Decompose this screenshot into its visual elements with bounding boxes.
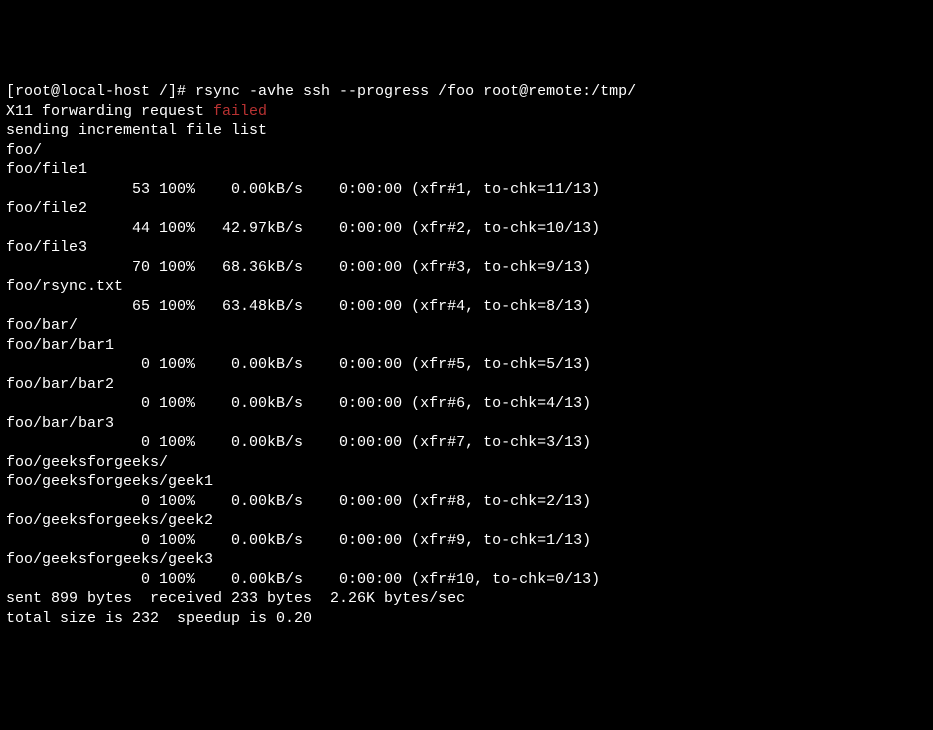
file-name: foo/bar/ xyxy=(6,316,927,336)
progress-line: 53 100% 0.00kB/s 0:00:00 (xfr#1, to-chk=… xyxy=(6,180,927,200)
progress-line: 0 100% 0.00kB/s 0:00:00 (xfr#9, to-chk=1… xyxy=(6,531,927,551)
prompt-line: [root@local-host /]# rsync -avhe ssh --p… xyxy=(6,82,927,102)
command-text: rsync -avhe ssh --progress /foo root@rem… xyxy=(195,83,636,100)
file-name: foo/geeksforgeeks/geek3 xyxy=(6,550,927,570)
file-name: foo/geeksforgeeks/geek1 xyxy=(6,472,927,492)
progress-line: 44 100% 42.97kB/s 0:00:00 (xfr#2, to-chk… xyxy=(6,219,927,239)
terminal-output: [root@local-host /]# rsync -avhe ssh --p… xyxy=(6,82,927,628)
progress-line: 0 100% 0.00kB/s 0:00:00 (xfr#6, to-chk=4… xyxy=(6,394,927,414)
x11-line: X11 forwarding request failed xyxy=(6,102,927,122)
file-name: foo/bar/bar1 xyxy=(6,336,927,356)
file-name: foo/file2 xyxy=(6,199,927,219)
file-name: foo/bar/bar3 xyxy=(6,414,927,434)
file-name: foo/rsync.txt xyxy=(6,277,927,297)
file-name: foo/bar/bar2 xyxy=(6,375,927,395)
progress-line: 70 100% 68.36kB/s 0:00:00 (xfr#3, to-chk… xyxy=(6,258,927,278)
progress-line: 65 100% 63.48kB/s 0:00:00 (xfr#4, to-chk… xyxy=(6,297,927,317)
progress-line: 0 100% 0.00kB/s 0:00:00 (xfr#10, to-chk=… xyxy=(6,570,927,590)
summary-total: total size is 232 speedup is 0.20 xyxy=(6,609,927,629)
progress-line: 0 100% 0.00kB/s 0:00:00 (xfr#8, to-chk=2… xyxy=(6,492,927,512)
x11-failed-text: failed xyxy=(213,103,267,120)
progress-line: 0 100% 0.00kB/s 0:00:00 (xfr#7, to-chk=3… xyxy=(6,433,927,453)
file-name: foo/file3 xyxy=(6,238,927,258)
sending-line: sending incremental file list xyxy=(6,121,927,141)
summary-sent: sent 899 bytes received 233 bytes 2.26K … xyxy=(6,589,927,609)
file-name: foo/geeksforgeeks/geek2 xyxy=(6,511,927,531)
file-name: foo/file1 xyxy=(6,160,927,180)
shell-prompt[interactable]: [root@local-host /]# xyxy=(6,83,195,100)
progress-line: 0 100% 0.00kB/s 0:00:00 (xfr#5, to-chk=5… xyxy=(6,355,927,375)
file-name: foo/geeksforgeeks/ xyxy=(6,453,927,473)
file-name: foo/ xyxy=(6,141,927,161)
